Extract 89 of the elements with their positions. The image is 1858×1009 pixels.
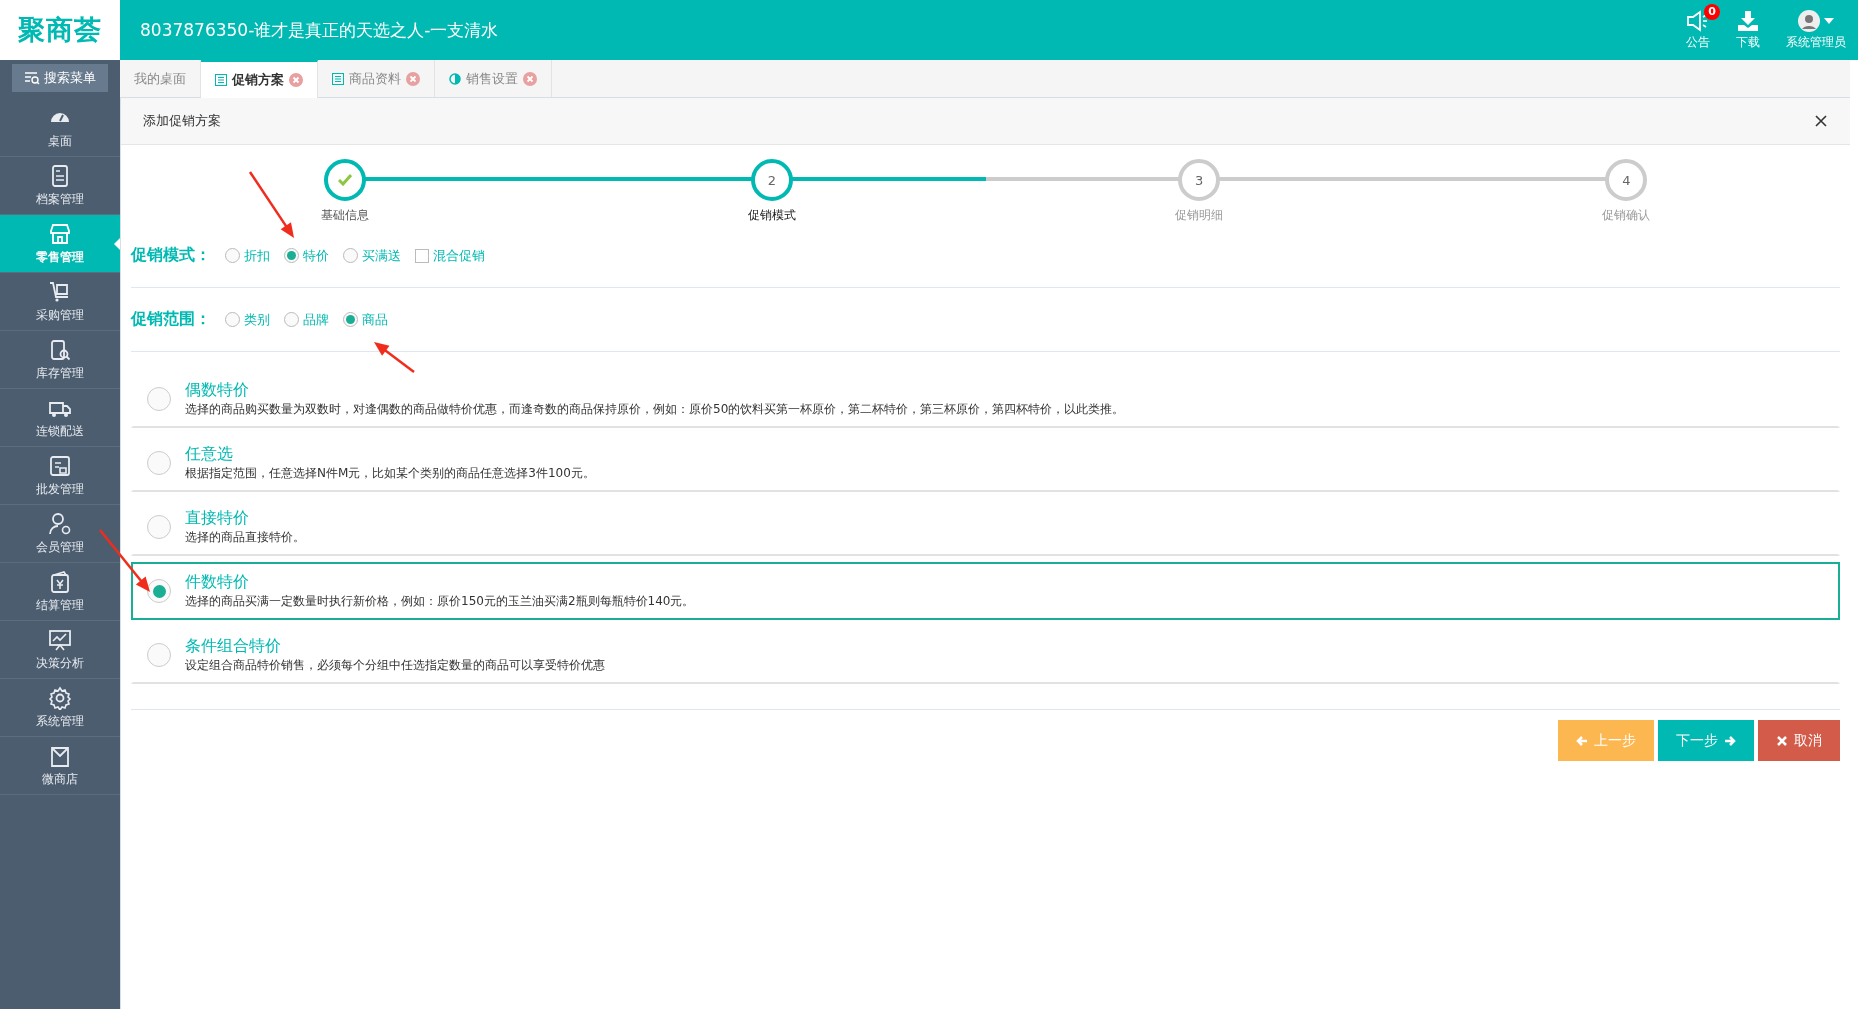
list-icon (332, 72, 344, 85)
radio-button[interactable] (147, 451, 171, 475)
radio-button[interactable] (284, 312, 299, 327)
radio-button[interactable] (343, 248, 358, 263)
avatar-icon (1798, 9, 1820, 32)
radio-button[interactable] (225, 312, 240, 327)
annotation-arrow (374, 342, 415, 373)
check-icon (337, 174, 352, 186)
header-tool[interactable]: 系统管理员 (1786, 9, 1846, 51)
sidebar-item[interactable]: 零售管理 (0, 215, 120, 273)
sidebar-item[interactable]: 决策分析 (0, 621, 120, 679)
radio-option[interactable]: 折扣 (225, 246, 270, 265)
radio-option[interactable]: 类别 (225, 310, 270, 329)
tab[interactable]: 销售设置 (435, 60, 552, 97)
close-icon (1776, 734, 1788, 747)
store-icon (48, 221, 72, 246)
user-icon (48, 511, 72, 536)
annotation-arrow (99, 529, 150, 592)
sidebar-item[interactable]: 库存管理 (0, 331, 120, 389)
sidebar-item[interactable]: 连锁配送 (0, 389, 120, 447)
radio-option[interactable]: 买满送 (343, 246, 401, 265)
radio-option[interactable]: 品牌 (284, 310, 329, 329)
search-icon (24, 71, 40, 85)
checkbox-option[interactable]: 混合促销 (415, 246, 485, 265)
checkbox[interactable] (415, 248, 429, 263)
annotation-arrow (248, 171, 294, 238)
window-title: 8037876350-谁才是真正的天选之人-一支清水 (140, 18, 499, 42)
logo: 聚商荟 (0, 0, 120, 60)
radio-option[interactable]: 特价 (284, 246, 329, 265)
chart-icon (48, 627, 72, 652)
field-label: 促销范围： (131, 309, 211, 330)
step-circle: 2 (750, 159, 793, 201)
gear-icon (48, 685, 72, 710)
tab[interactable]: 促销方案 (201, 60, 318, 98)
step-circle: 3 (1178, 159, 1221, 201)
arrow-left-icon (1576, 734, 1588, 747)
option-card[interactable]: 直接特价 选择的商品直接特价。 (131, 498, 1840, 556)
radio-button[interactable] (147, 579, 171, 603)
radio-button[interactable] (147, 515, 171, 539)
radio-button[interactable] (343, 312, 358, 327)
sidebar-item[interactable]: 采购管理 (0, 273, 120, 331)
option-title: 条件组合特价 (185, 636, 282, 657)
speaker-icon (1686, 9, 1710, 32)
search-menu-button[interactable]: 搜索菜单 (12, 64, 108, 92)
field-label: 促销模式： (131, 245, 211, 266)
sidebar-item[interactable]: 系统管理 (0, 679, 120, 737)
option-description: 设定组合商品特价销售，必须每个分组中任选指定数量的商品可以享受特价优惠 (185, 657, 605, 674)
step-label: 基础信息 (320, 207, 369, 224)
option-card[interactable]: 条件组合特价 设定组合商品特价销售，必须每个分组中任选指定数量的商品可以享受特价优惠 (131, 626, 1840, 684)
option-title: 偶数特价 (185, 380, 250, 401)
option-title: 直接特价 (185, 508, 250, 529)
sidebar-item[interactable]: 批发管理 (0, 447, 120, 505)
option-description: 选择的商品买满一定数量时执行新价格，例如：原价150元的玉兰油买满2瓶则每瓶特价140元。 (185, 593, 695, 610)
sidebar-item[interactable]: 微商店 (0, 737, 120, 795)
wallet-icon (48, 569, 72, 594)
tab[interactable]: 商品资料 (318, 60, 435, 97)
panel-title: 添加促销方案 (143, 112, 221, 130)
option-card[interactable]: 任意选 根据指定范围，任意选择N件M元，比如某个类别的商品任意选择3件100元。 (131, 434, 1840, 492)
sidebar-item[interactable]: 桌面 (0, 99, 120, 157)
notification-badge: 0 (1704, 3, 1720, 20)
step-label: 促销模式 (747, 207, 796, 224)
arrow-right-icon (1724, 734, 1736, 747)
sidebar-item[interactable]: 会员管理 (0, 505, 120, 563)
radio-button[interactable] (284, 248, 299, 263)
radio-button[interactable] (225, 248, 240, 263)
option-title: 件数特价 (185, 572, 250, 593)
document-icon (48, 453, 72, 478)
close-icon[interactable] (1814, 114, 1828, 128)
list-icon (215, 74, 227, 86)
option-title: 任意选 (185, 444, 234, 465)
sidebar-item[interactable]: 结算管理 (0, 563, 120, 621)
next-button[interactable]: 下一步 (1658, 720, 1754, 761)
option-card[interactable]: 偶数特价 选择的商品购买数量为双数时，对逢偶数的商品做特价优惠，而逢奇数的商品保持原价，例如：原价50的饮料买第一杯原价，第二杯特价，第三杯原价，第四杯特价，以此类推。 (131, 370, 1840, 428)
cancel-button[interactable]: 取消 (1758, 720, 1840, 761)
step-label: 促销确认 (1602, 207, 1651, 224)
step-circle: 4 (1605, 159, 1648, 201)
caret-icon (1824, 17, 1834, 24)
download-icon (1737, 9, 1759, 32)
option-description: 根据指定范围，任意选择N件M元，比如某个类别的商品任意选择3件100元。 (185, 465, 595, 482)
radio-option[interactable]: 商品 (343, 310, 388, 329)
half-circle-icon (449, 72, 461, 85)
option-description: 选择的商品直接特价。 (185, 529, 305, 546)
header-tool[interactable]: 下载 (1736, 9, 1760, 51)
option-card[interactable]: 件数特价 选择的商品买满一定数量时执行新价格，例如：原价150元的玉兰油买满2瓶则每瓶特价140元。 (131, 562, 1840, 620)
step-label: 促销明细 (1175, 207, 1224, 224)
radio-button[interactable] (147, 643, 171, 667)
option-description: 选择的商品购买数量为双数时，对逢偶数的商品做特价优惠，而逢奇数的商品保持原价，例如：原价50的饮料买第一杯原价，第二杯特价，第三杯原价，第四杯特价，以此类推。 (185, 401, 1125, 418)
radio-button[interactable] (147, 387, 171, 411)
clipboard-search-icon (48, 337, 72, 362)
